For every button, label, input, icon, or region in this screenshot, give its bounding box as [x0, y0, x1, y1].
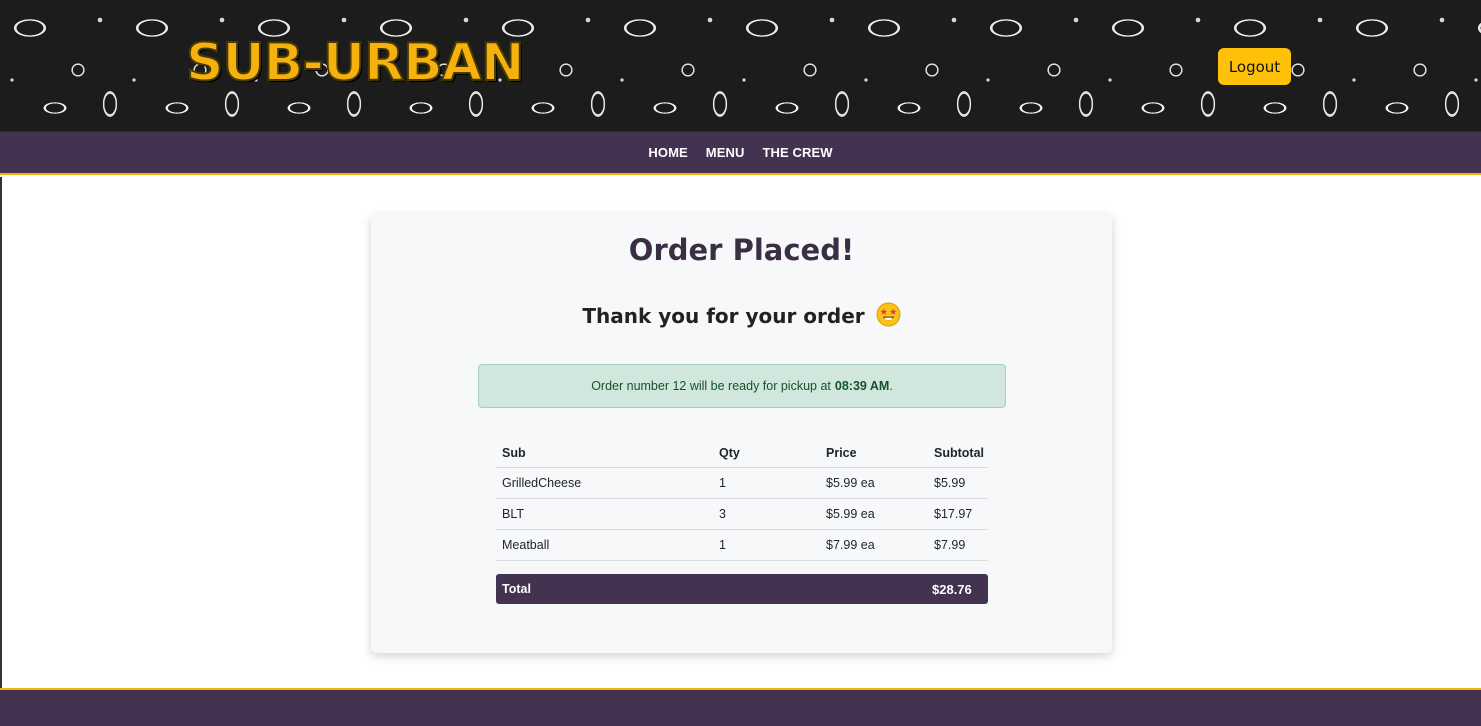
nav-menu-link[interactable]: MENU: [706, 145, 745, 160]
item-price: $7.99 ea: [826, 538, 875, 552]
header-banner: SUB-URBAN Logout: [0, 0, 1481, 132]
pickup-alert-text: Order number 12 will be ready for pickup…: [591, 379, 831, 393]
brand-logo[interactable]: SUB-URBAN: [185, 30, 526, 96]
item-subtotal: $17.97: [934, 507, 973, 521]
pickup-alert: Order number 12 will be ready for pickup…: [478, 364, 1006, 408]
order-confirmation-card: Order Placed! Thank you for your order O…: [371, 214, 1112, 653]
item-subtotal: $7.99: [934, 538, 966, 552]
item-price: $5.99 ea: [826, 476, 875, 490]
item-name: Meatball: [502, 538, 550, 552]
table-row: BLT 3 $5.99 ea $17.97: [496, 499, 988, 530]
pickup-alert-suffix: .: [889, 379, 893, 393]
header-qty: Qty: [719, 446, 740, 460]
header-subtotal: Subtotal: [934, 446, 984, 460]
page-edge-divider: [0, 177, 2, 689]
item-qty: 3: [719, 507, 726, 521]
item-qty: 1: [719, 538, 726, 552]
item-qty: 1: [719, 476, 726, 490]
logout-button[interactable]: Logout: [1218, 48, 1291, 85]
main-nav: HOME MENU THE CREW: [0, 132, 1481, 175]
header-price: Price: [826, 446, 857, 460]
nav-crew-link[interactable]: THE CREW: [762, 145, 832, 160]
page-title: Order Placed!: [628, 233, 855, 267]
order-total-bar: Total $28.76: [496, 574, 988, 604]
star-struck-emoji-icon: [876, 302, 901, 327]
item-name: GrilledCheese: [502, 476, 582, 490]
thank-you-message: Thank you for your order: [371, 302, 1112, 328]
total-amount: $28.76: [932, 581, 972, 597]
nav-home-link[interactable]: HOME: [648, 145, 687, 160]
item-subtotal: $5.99: [934, 476, 966, 490]
item-name: BLT: [502, 507, 524, 521]
table-header-row: Sub Qty Price Subtotal: [496, 439, 988, 468]
item-price: $5.99 ea: [826, 507, 875, 521]
thank-you-text: Thank you for your order: [582, 304, 865, 328]
table-row: Meatball 1 $7.99 ea $7.99: [496, 530, 988, 561]
total-label: Total: [502, 582, 531, 596]
table-row: GrilledCheese 1 $5.99 ea $5.99: [496, 468, 988, 499]
page-footer: [0, 688, 1481, 726]
pickup-time: 08:39 AM: [834, 379, 890, 393]
header-sub: Sub: [502, 446, 526, 460]
order-table: Sub Qty Price Subtotal GrilledCheese 1 $…: [496, 439, 988, 561]
